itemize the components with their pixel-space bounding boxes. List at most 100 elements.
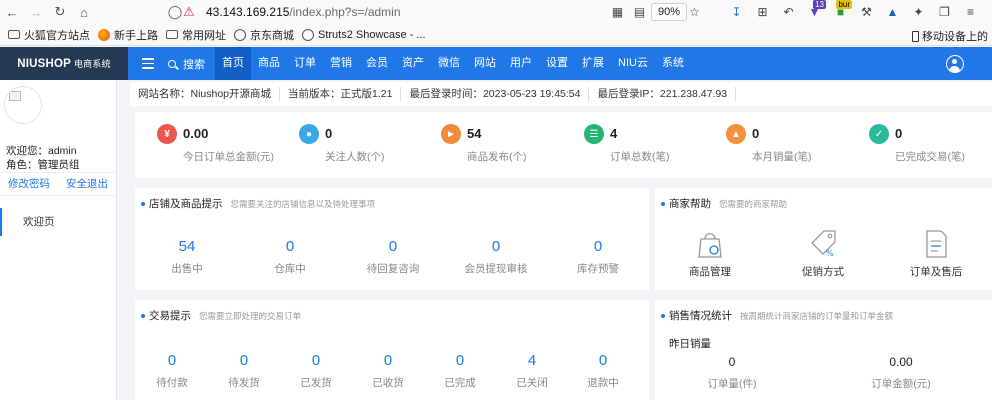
crop-icon[interactable]: ⊞ — [751, 0, 774, 24]
drop-icon: ● — [299, 124, 319, 144]
trade-stat-closed[interactable]: 4 已关闭 — [507, 352, 557, 390]
nav-item[interactable]: 设置 — [539, 47, 575, 80]
reader-view-icon[interactable]: ▤ — [628, 0, 651, 24]
bookmark-item[interactable]: 火狐官方站点 — [8, 27, 90, 43]
nav-item[interactable]: 微信 — [431, 47, 467, 80]
panel-title: 商家帮助 您需要的商家帮助 — [661, 196, 787, 211]
bag-icon — [698, 233, 722, 258]
vpn-icon[interactable]: ▲ — [881, 0, 904, 24]
trade-stat-refunding[interactable]: 0 退款中 — [578, 352, 628, 390]
logo[interactable]: NIUSHOP 电商系统 — [0, 47, 128, 80]
copy-icon[interactable]: ❐ — [933, 0, 956, 24]
stat-value: 0 — [388, 238, 398, 255]
menu-toggle-icon[interactable] — [128, 47, 168, 80]
home-icon[interactable]: ⌂ — [72, 0, 96, 24]
forward-icon[interactable]: → — [24, 0, 48, 24]
bookmark-label: 常用网址 — [182, 29, 226, 42]
bookmark-star-icon[interactable]: ☆ — [683, 0, 706, 24]
nav-item[interactable]: 订单 — [287, 47, 323, 80]
sidebar-item-welcome[interactable]: 欢迎页 — [0, 208, 116, 236]
bookmark-item[interactable]: Struts2 Showcase - ... — [302, 28, 426, 41]
shop-stat-on-sale[interactable]: 54 出售中 — [157, 238, 217, 276]
stat-label: 已关闭 — [516, 377, 548, 389]
trade-stat-received[interactable]: 0 已收货 — [363, 352, 413, 390]
welcome-info: 欢迎您：admin 角色：管理员组 — [6, 144, 80, 172]
search-icon — [168, 59, 176, 68]
shop-stat-stock-alert[interactable]: 0 库存预警 — [568, 238, 628, 276]
sales-order-amount: 0.00 订单金额(元) — [841, 355, 961, 391]
logout-link[interactable]: 安全退出 — [58, 173, 116, 195]
nav-item[interactable]: 系统 — [655, 47, 691, 80]
avatar-placeholder-icon — [9, 91, 21, 101]
help-promotion[interactable]: % 促销方式 — [783, 228, 863, 279]
nav-item[interactable]: 会员 — [359, 47, 395, 80]
shield-icon[interactable]: ◯ — [168, 0, 183, 24]
stat-label: 已完成交易(笔) — [895, 151, 965, 163]
help-product-management[interactable]: 商品管理 — [670, 228, 750, 279]
download-icon[interactable]: ↧ — [725, 0, 748, 24]
shop-stat-warehouse[interactable]: 0 仓库中 — [260, 238, 320, 276]
stat-label: 已发货 — [300, 377, 332, 389]
user-profile-icon[interactable] — [946, 55, 964, 73]
nav-item[interactable]: NIU云 — [611, 47, 655, 80]
stat-value: 54 — [178, 238, 196, 255]
nav-item[interactable]: 扩展 — [575, 47, 611, 80]
stat-value: 0 — [728, 355, 736, 369]
zoom-level[interactable]: 90% — [651, 3, 688, 21]
stat-value: 0 — [895, 126, 903, 141]
shop-stat-consult[interactable]: 0 待回复咨询 — [357, 238, 429, 276]
nav-item[interactable]: 营销 — [323, 47, 359, 80]
trade-stat-completed[interactable]: 0 已完成 — [435, 352, 485, 390]
app-menu-icon[interactable]: ≡ — [959, 0, 982, 24]
nav-item[interactable]: 首页 — [215, 47, 251, 80]
nav-item[interactable]: 商品 — [251, 47, 287, 80]
panel-subtitle: 您需要关注的店铺信息以及待处理事项 — [230, 198, 376, 209]
change-password-link[interactable]: 修改密码 — [0, 173, 58, 195]
bookmark-item[interactable]: 京东商城 — [234, 27, 294, 43]
extensions-puzzle-icon[interactable]: ✦ — [907, 0, 930, 24]
extension-bur-icon[interactable]: ■ bur — [829, 0, 852, 24]
firefox-icon — [98, 28, 110, 41]
clipboard-icon: ☰ — [584, 124, 604, 144]
mobile-bookmarks[interactable]: 移动设备上的 — [912, 28, 988, 44]
bookmark-item[interactable]: 新手上路 — [98, 27, 158, 43]
mobile-device-icon — [912, 30, 919, 42]
search-button[interactable]: 搜索 — [168, 56, 205, 72]
shop-product-panel: 店铺及商品提示 您需要关注的店铺信息以及待处理事项 54 出售中 0 仓库中 0 待回复… — [135, 188, 649, 290]
stat-label: 已完成 — [444, 377, 476, 389]
help-label: 促销方式 — [802, 266, 844, 278]
sales-order-count: 0 订单量(件) — [672, 355, 792, 391]
svg-text:%: % — [826, 249, 834, 258]
nav-item[interactable]: 用户 — [503, 47, 539, 80]
trade-stat-pending-shipment[interactable]: 0 待发货 — [219, 352, 269, 390]
trade-stat-shipped[interactable]: 0 已发货 — [291, 352, 341, 390]
panel-title-text: 销售情况统计 — [669, 310, 732, 322]
trade-stat-pending-payment[interactable]: 0 待付款 — [147, 352, 197, 390]
help-orders-aftersales[interactable]: 订单及售后 — [896, 228, 976, 279]
stat-followers: ● 0 关注人数(个) — [285, 112, 425, 178]
reload-icon[interactable]: ↻ — [48, 0, 72, 24]
avatar[interactable] — [4, 86, 42, 124]
logo-subtitle: 电商系统 — [73, 59, 111, 69]
shop-stat-withdraw[interactable]: 0 会员提现审核 — [455, 238, 537, 276]
url-text[interactable]: 43.143.169.215/index.php?s=/admin — [206, 5, 401, 19]
sidebar: 欢迎您：admin 角色：管理员组 修改密码 安全退出 欢迎页 — [0, 80, 117, 400]
translate-icon[interactable]: ⚒ — [855, 0, 878, 24]
back-icon[interactable]: ← — [0, 0, 24, 24]
qr-code-icon[interactable]: ▦ — [606, 0, 629, 24]
bullet-icon — [661, 201, 665, 206]
site-info-bar: 网站名称：Niushop开源商城 当前版本：正式版1.21 最后登录时间：202… — [130, 82, 992, 106]
panel-title-text: 店铺及商品提示 — [149, 198, 223, 210]
bookmark-item[interactable]: 常用网址 — [166, 27, 226, 43]
bookmark-label: 新手上路 — [114, 29, 158, 42]
undo-icon[interactable]: ↶ — [777, 0, 800, 24]
bullet-icon — [661, 313, 665, 318]
stat-value: 0.00 — [183, 126, 209, 141]
stat-value: 4 — [610, 126, 618, 141]
url-host: 43.143.169.215 — [206, 5, 290, 19]
nav-item[interactable]: 网站 — [467, 47, 503, 80]
insecure-lock-icon[interactable]: ⚠ — [182, 0, 196, 24]
stat-value: 0 — [285, 238, 295, 255]
nav-item[interactable]: 资产 — [395, 47, 431, 80]
extension-shield-icon[interactable]: ▼ 13 — [803, 0, 826, 24]
